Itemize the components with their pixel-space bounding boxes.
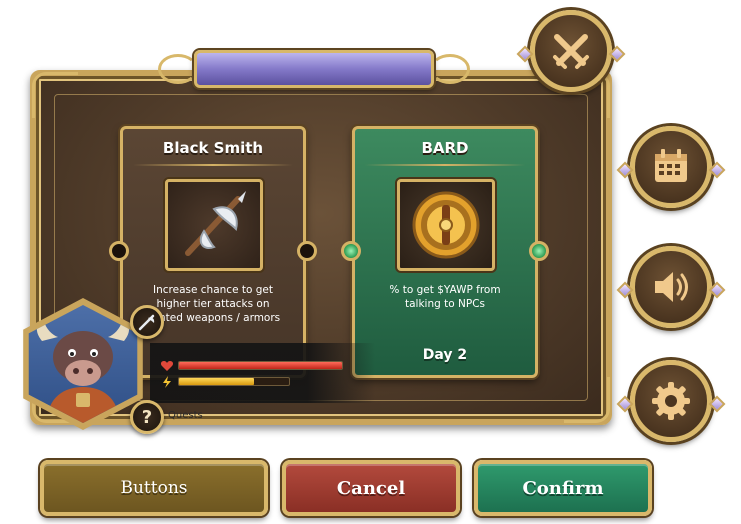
card-divider bbox=[365, 164, 525, 166]
title-banner bbox=[158, 44, 470, 96]
diamond-gem-icon bbox=[616, 281, 634, 299]
banner-plate bbox=[194, 50, 434, 88]
quests-label[interactable]: Quests bbox=[168, 410, 203, 421]
card-title: BARD bbox=[421, 139, 469, 157]
gear-icon bbox=[652, 382, 690, 420]
bard-card[interactable]: BARD % to get $YAWP from talking to NPCs… bbox=[341, 126, 549, 378]
calendar-icon bbox=[655, 149, 687, 182]
panel-corner-ornament bbox=[32, 72, 78, 118]
emerald-gem-icon bbox=[341, 241, 361, 261]
settings-button[interactable] bbox=[616, 360, 726, 442]
crossed-swords-icon bbox=[553, 34, 589, 69]
shield-drum-icon bbox=[397, 179, 495, 271]
diamond-gem-icon bbox=[616, 395, 634, 413]
diamond-gem-icon bbox=[708, 395, 726, 413]
lightning-icon bbox=[163, 376, 171, 388]
buttons-button[interactable]: Buttons bbox=[40, 460, 268, 516]
calendar-button[interactable] bbox=[616, 126, 726, 208]
health-bar bbox=[178, 361, 343, 370]
card-side-gem bbox=[109, 241, 129, 261]
card-divider bbox=[133, 164, 293, 166]
energy-bar bbox=[178, 377, 290, 386]
energy-bar-fill bbox=[179, 378, 254, 385]
diamond-gem-icon bbox=[616, 161, 634, 179]
battle-menu-button[interactable] bbox=[516, 10, 626, 92]
diamond-gem-icon bbox=[516, 45, 534, 63]
card-description: % to get $YAWP from talking to NPCs bbox=[389, 284, 501, 310]
help-button[interactable]: ? bbox=[130, 400, 164, 434]
diamond-gem-icon bbox=[708, 281, 726, 299]
axe-icon bbox=[138, 314, 155, 331]
banner-scroll-left bbox=[158, 54, 198, 84]
card-title: Black Smith bbox=[162, 139, 264, 157]
banner-scroll-right bbox=[430, 54, 470, 84]
speaker-icon bbox=[655, 272, 688, 302]
sound-button[interactable] bbox=[616, 246, 726, 328]
equipped-weapon-badge[interactable] bbox=[130, 305, 164, 339]
confirm-button[interactable]: Confirm bbox=[474, 460, 652, 516]
panel-corner-ornament bbox=[564, 377, 610, 423]
card-day-counter: Day 2 bbox=[422, 347, 468, 363]
question-mark-icon: ? bbox=[141, 406, 153, 428]
diamond-gem-icon bbox=[708, 161, 726, 179]
emerald-gem-icon bbox=[529, 241, 549, 261]
heart-icon bbox=[160, 361, 174, 371]
stats-panel bbox=[150, 343, 375, 403]
blacksmith-card[interactable]: Black Smith Increase chance to get highe… bbox=[109, 126, 317, 378]
diamond-gem-icon bbox=[608, 45, 626, 63]
health-bar-fill bbox=[179, 362, 342, 369]
battle-axe-icon bbox=[165, 179, 263, 271]
card-side-gem bbox=[297, 241, 317, 261]
cancel-button[interactable]: Cancel bbox=[282, 460, 460, 516]
